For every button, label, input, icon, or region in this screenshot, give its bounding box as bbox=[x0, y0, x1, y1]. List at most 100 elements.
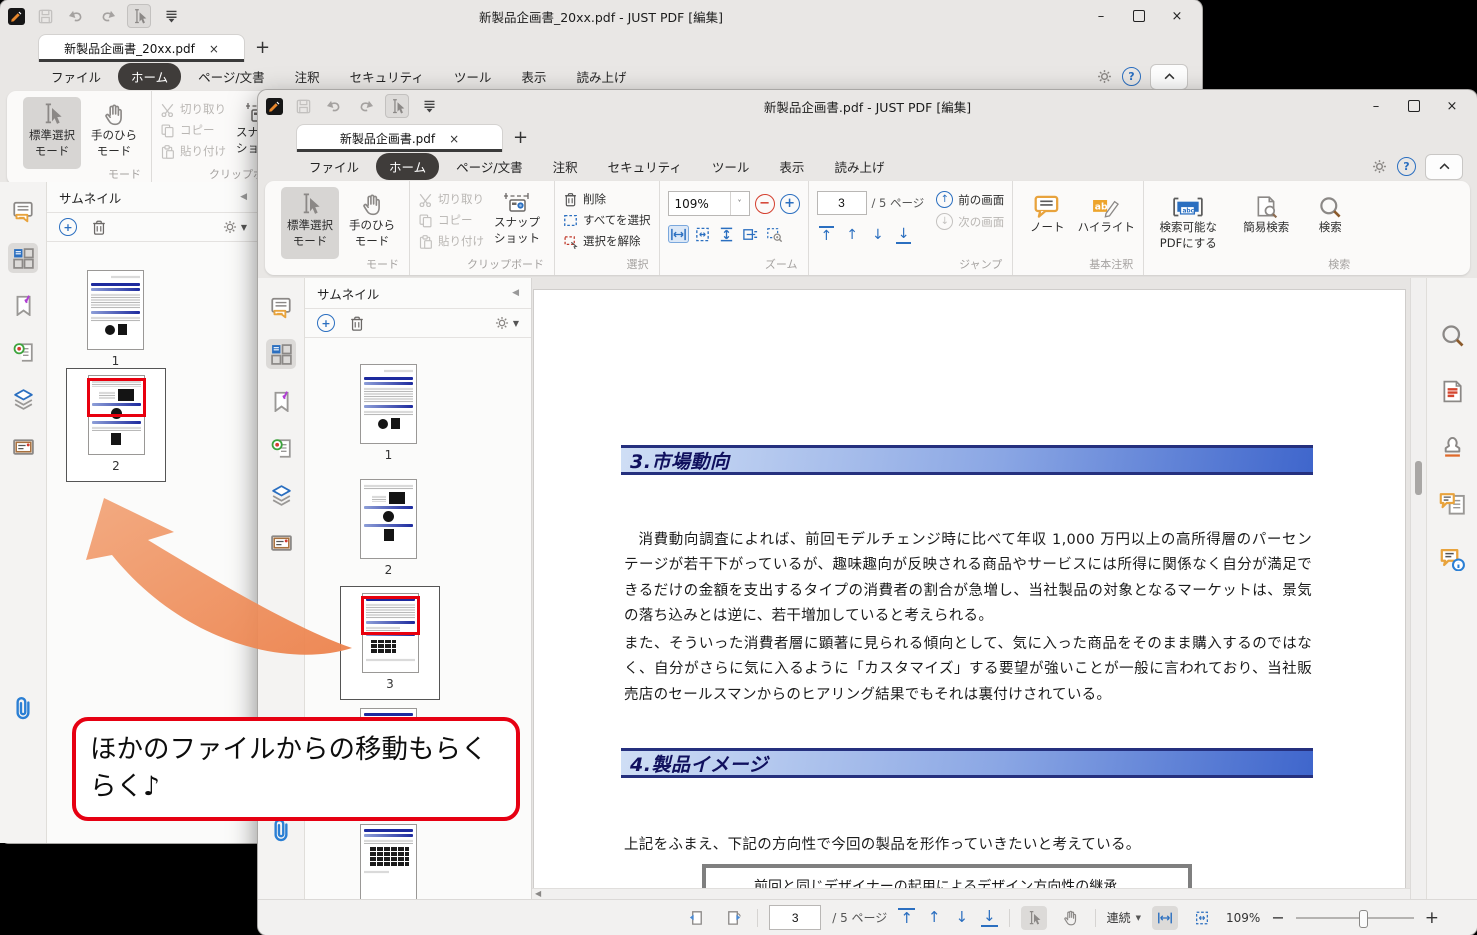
select-tool-icon[interactable] bbox=[385, 94, 409, 118]
save-icon[interactable] bbox=[292, 95, 314, 117]
scroll-left-icon[interactable]: ◀ bbox=[535, 889, 541, 898]
panel-collapse-icon[interactable]: ◀ bbox=[240, 192, 247, 202]
zoom-in-icon[interactable]: + bbox=[780, 194, 800, 214]
destinations-panel-icon[interactable] bbox=[266, 433, 296, 463]
document-tab[interactable]: 新製品企画書_20xx.pdf × bbox=[38, 34, 245, 62]
close-button[interactable]: × bbox=[1435, 94, 1469, 118]
prev-page-icon[interactable]: ↑ bbox=[844, 227, 860, 243]
more-icon[interactable] bbox=[160, 5, 182, 27]
delete-page-icon[interactable] bbox=[91, 219, 107, 236]
deselect-button[interactable]: 選択を解除 bbox=[563, 233, 651, 249]
zoom-slider-thumb[interactable] bbox=[1359, 910, 1368, 928]
copy-button[interactable]: コピー bbox=[418, 212, 484, 228]
menu-file[interactable]: ファイル bbox=[296, 153, 372, 180]
zoom-slider[interactable] bbox=[1296, 917, 1414, 919]
redo-icon[interactable] bbox=[96, 5, 118, 27]
menu-file[interactable]: ファイル bbox=[38, 63, 114, 90]
cut-button[interactable]: 切り取り bbox=[418, 191, 484, 207]
select-tool-icon[interactable] bbox=[127, 4, 151, 28]
menu-security[interactable]: セキュリティ bbox=[595, 153, 695, 180]
next-view-icon[interactable] bbox=[720, 906, 746, 930]
close-button[interactable]: × bbox=[1160, 4, 1194, 28]
document-tab[interactable]: 新製品企画書.pdf × bbox=[296, 124, 503, 152]
add-page-icon[interactable]: + bbox=[317, 314, 335, 332]
tab-close-icon[interactable]: × bbox=[209, 42, 219, 56]
comments-panel-icon[interactable] bbox=[266, 292, 296, 322]
thumbnails-panel-icon[interactable] bbox=[266, 339, 296, 369]
standard-select-mode-button[interactable]: 標準選択モード bbox=[281, 187, 339, 259]
thumbnail-page-1[interactable]: 1 bbox=[87, 270, 144, 368]
status-hand-icon[interactable] bbox=[1058, 906, 1084, 930]
cut-button[interactable]: 切り取り bbox=[160, 101, 226, 117]
new-tab-button[interactable]: + bbox=[513, 127, 528, 148]
thumbnail-page-2-selected[interactable]: 2 bbox=[66, 368, 166, 482]
menu-tools[interactable]: ツール bbox=[441, 63, 505, 90]
menu-page[interactable]: ページ/文書 bbox=[185, 63, 277, 90]
minimize-button[interactable]: – bbox=[1084, 4, 1118, 28]
menu-home[interactable]: ホーム bbox=[118, 63, 181, 90]
scrollbar-thumb[interactable] bbox=[1415, 461, 1422, 495]
proofread-doc-icon[interactable] bbox=[1437, 376, 1467, 406]
bookmarks-panel-icon[interactable] bbox=[266, 386, 296, 416]
comment-list-icon[interactable] bbox=[1437, 488, 1467, 518]
status-page-input[interactable] bbox=[769, 905, 821, 930]
delete-button[interactable]: 削除 bbox=[563, 191, 651, 207]
minimize-button[interactable]: – bbox=[1359, 94, 1393, 118]
maximize-button[interactable] bbox=[1122, 4, 1156, 28]
thumbnail-page-1[interactable]: 1 bbox=[360, 364, 417, 462]
menu-page[interactable]: ページ/文書 bbox=[443, 153, 535, 180]
zoom-out-icon[interactable]: − bbox=[755, 194, 775, 214]
status-cursor-icon[interactable] bbox=[1021, 906, 1047, 930]
signature-panel-icon[interactable] bbox=[8, 431, 38, 461]
zoom-area-icon[interactable] bbox=[764, 225, 785, 243]
panel-settings-gear-icon[interactable]: ▼ bbox=[494, 315, 519, 331]
ribbon-collapse-button[interactable] bbox=[1425, 154, 1463, 180]
settings-gear-icon[interactable] bbox=[1096, 68, 1113, 85]
first-page-icon[interactable]: ↑ bbox=[819, 226, 835, 244]
maximize-button[interactable] bbox=[1397, 94, 1431, 118]
search-sidebar-icon[interactable] bbox=[1437, 320, 1467, 350]
panel-collapse-icon[interactable]: ◀ bbox=[512, 288, 519, 298]
fit-page-icon[interactable] bbox=[692, 225, 713, 243]
page-number-input[interactable] bbox=[817, 191, 867, 215]
attachments-panel-icon[interactable] bbox=[8, 693, 38, 723]
paste-button[interactable]: 貼り付け bbox=[160, 143, 226, 159]
searchable-pdf-button[interactable]: 検索可能なPDFにする bbox=[1152, 187, 1224, 259]
new-tab-button[interactable]: + bbox=[255, 37, 270, 58]
hand-mode-button[interactable]: 手のひらモード bbox=[343, 187, 401, 259]
comment-info-icon[interactable] bbox=[1437, 544, 1467, 574]
next-page-icon[interactable]: ↓ bbox=[953, 909, 970, 926]
menu-security[interactable]: セキュリティ bbox=[337, 63, 437, 90]
fit-height-icon[interactable] bbox=[716, 225, 737, 243]
fit-width-icon[interactable] bbox=[668, 225, 689, 243]
settings-gear-icon[interactable] bbox=[1371, 158, 1388, 175]
hand-mode-button[interactable]: 手のひらモード bbox=[85, 97, 143, 169]
redo-icon[interactable] bbox=[354, 95, 376, 117]
next-page-icon[interactable]: ↓ bbox=[870, 227, 886, 243]
menu-annot[interactable]: 注釈 bbox=[540, 153, 591, 180]
highlight-button[interactable]: ハイライト bbox=[1077, 187, 1135, 259]
fit-visible-icon[interactable] bbox=[740, 225, 761, 243]
document-viewport[interactable]: 3.市場動向 消費動向調査によれば、前回モデルチェンジ時に比べて年収 1,000… bbox=[532, 278, 1410, 900]
vertical-scrollbar[interactable] bbox=[1410, 278, 1426, 900]
paste-button[interactable]: 貼り付け bbox=[418, 233, 484, 249]
undo-icon[interactable] bbox=[65, 5, 87, 27]
help-icon[interactable]: ? bbox=[1122, 67, 1141, 86]
help-icon[interactable]: ? bbox=[1397, 157, 1416, 176]
destinations-panel-icon[interactable] bbox=[8, 337, 38, 367]
panel-settings-gear-icon[interactable]: ▼ bbox=[222, 219, 247, 235]
save-icon[interactable] bbox=[34, 5, 56, 27]
menu-readaloud[interactable]: 読み上げ bbox=[563, 63, 639, 90]
last-page-icon[interactable]: ↓ bbox=[981, 908, 998, 927]
comments-panel-icon[interactable] bbox=[8, 196, 38, 226]
thumbnail-page-5[interactable]: 5 bbox=[360, 824, 417, 900]
undo-icon[interactable] bbox=[323, 95, 345, 117]
menu-tools[interactable]: ツール bbox=[699, 153, 763, 180]
add-page-icon[interactable]: + bbox=[59, 218, 77, 236]
more-icon[interactable] bbox=[418, 95, 440, 117]
note-button[interactable]: ノート bbox=[1021, 187, 1073, 259]
ribbon-collapse-button[interactable] bbox=[1150, 64, 1188, 90]
menu-readaloud[interactable]: 読み上げ bbox=[821, 153, 897, 180]
status-fit-width-icon[interactable] bbox=[1152, 906, 1178, 930]
thumbnails-panel-icon[interactable] bbox=[8, 243, 38, 273]
